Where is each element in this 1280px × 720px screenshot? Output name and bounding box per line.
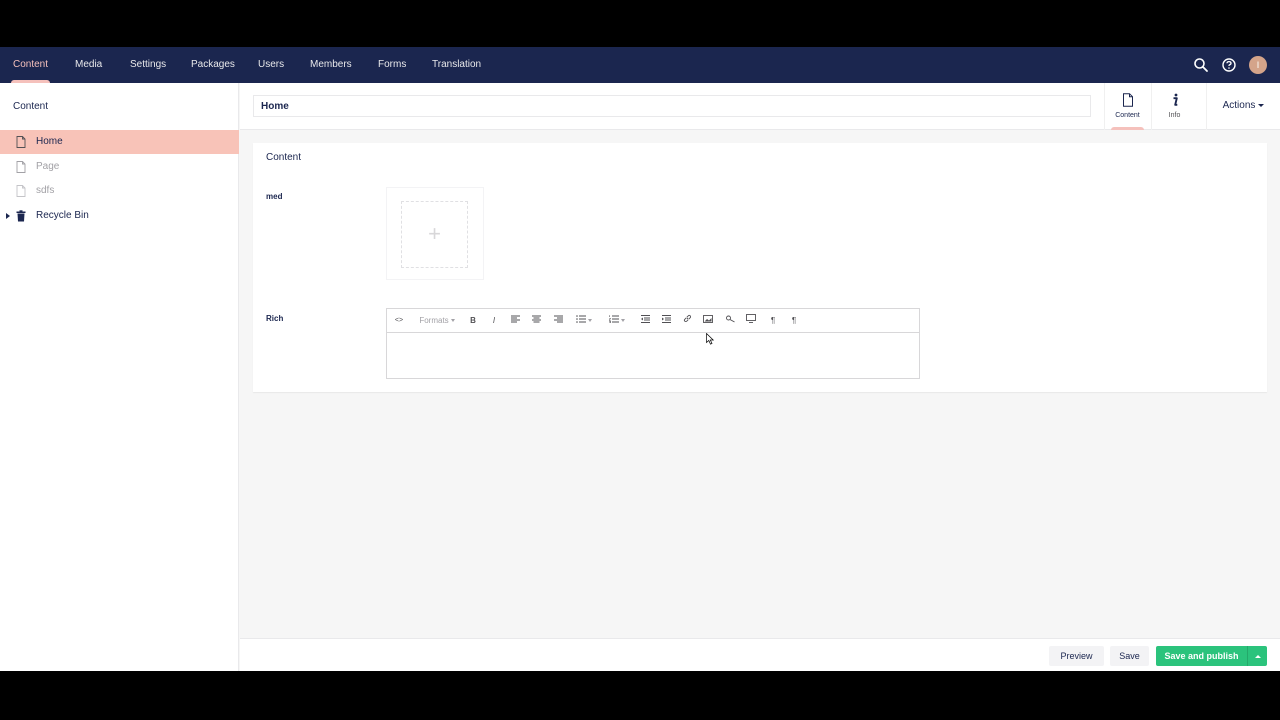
tree-item-recycle-bin[interactable]: Recycle Bin: [0, 204, 239, 228]
tree-item-sdfs[interactable]: sdfs: [0, 179, 239, 203]
tree-item-label: Home: [36, 136, 63, 147]
formats-dropdown[interactable]: Formats: [414, 314, 460, 328]
tree-item-label: Recycle Bin: [36, 210, 89, 221]
document-icon: [16, 161, 26, 173]
actions-dropdown-button[interactable]: Actions: [1206, 83, 1280, 130]
trash-icon: [16, 210, 26, 222]
section-forms[interactable]: Forms: [378, 47, 406, 83]
bullet-list-icon: [576, 315, 586, 323]
rich-text-editor: <> Formats B I ¶ ¶: [386, 308, 920, 379]
top-navigation-bar: Content Media Settings Packages Users Me…: [0, 47, 1280, 83]
save-and-publish-button[interactable]: Save and publish: [1156, 646, 1247, 666]
actions-label: Actions: [1222, 100, 1256, 111]
italic-button[interactable]: I: [488, 314, 500, 328]
chevron-down-icon: [450, 319, 455, 323]
sidebar-title: Content: [13, 101, 49, 112]
section-users[interactable]: Users: [258, 47, 284, 83]
document-icon: [16, 136, 26, 148]
content-tree-sidebar: Content Home Page sdfs Recycle Bin: [0, 83, 239, 671]
publish-options-button[interactable]: [1247, 646, 1267, 666]
tree-item-home[interactable]: Home: [0, 130, 239, 154]
tree-item-label: Page: [36, 161, 60, 172]
macro-icon: [726, 315, 735, 323]
image-icon: [703, 315, 713, 323]
chevron-down-icon: [621, 319, 625, 323]
user-avatar[interactable]: I: [1249, 56, 1267, 74]
node-name-input[interactable]: [253, 95, 1091, 117]
numbered-list-button[interactable]: [606, 314, 628, 328]
tab-content[interactable]: Content: [1104, 83, 1150, 130]
property-label-rich: Rich: [266, 314, 284, 323]
numbered-list-icon: [608, 315, 619, 324]
chevron-down-icon: [1258, 103, 1265, 107]
rte-toolbar: <> Formats B I ¶ ¶: [387, 309, 919, 333]
embed-button[interactable]: [745, 314, 757, 328]
group-title: Content: [266, 152, 302, 163]
tab-label: Info: [1168, 112, 1181, 119]
outdent-button[interactable]: [639, 314, 651, 328]
align-right-button[interactable]: [552, 314, 564, 328]
content-group-panel: Content med + Rich <> Formats B I ¶ ¶: [253, 143, 1267, 392]
info-icon: [1173, 93, 1178, 106]
media-picker[interactable]: +: [386, 187, 484, 280]
save-button[interactable]: Save: [1110, 646, 1149, 666]
chevron-down-icon: [588, 319, 592, 323]
tab-label: Content: [1115, 112, 1140, 119]
editor-footer: Preview Save Save and publish: [240, 638, 1280, 671]
ltr-button[interactable]: ¶: [767, 314, 779, 328]
indent-button[interactable]: [660, 314, 672, 328]
mouse-cursor-icon: [706, 333, 714, 345]
bold-button[interactable]: B: [467, 314, 479, 328]
editor-header: Content Info Actions: [240, 83, 1280, 130]
embed-icon: [746, 314, 756, 323]
media-add-placeholder[interactable]: +: [401, 201, 468, 268]
source-code-button[interactable]: <>: [393, 314, 405, 328]
tree-item-label: sdfs: [36, 185, 55, 196]
insert-macro-button[interactable]: [724, 314, 736, 328]
document-icon: [1123, 93, 1133, 107]
plus-icon: +: [428, 221, 441, 246]
align-left-button[interactable]: [509, 314, 521, 328]
section-translation[interactable]: Translation: [432, 47, 481, 83]
rtl-button[interactable]: ¶: [788, 314, 800, 328]
section-settings[interactable]: Settings: [130, 47, 166, 83]
align-left-icon: [510, 315, 520, 323]
section-packages[interactable]: Packages: [191, 47, 235, 83]
link-button[interactable]: [681, 314, 693, 328]
section-content[interactable]: Content: [10, 47, 51, 83]
section-members[interactable]: Members: [310, 47, 352, 83]
property-label-med: med: [266, 192, 283, 201]
section-media[interactable]: Media: [75, 47, 102, 83]
bullet-list-button[interactable]: [573, 314, 595, 328]
document-icon: [16, 185, 26, 197]
align-center-icon: [531, 315, 541, 323]
preview-button[interactable]: Preview: [1049, 646, 1104, 666]
rte-text-area[interactable]: [387, 333, 919, 378]
umbraco-backoffice: Content Media Settings Packages Users Me…: [0, 47, 1280, 671]
align-right-icon: [553, 315, 563, 323]
outdent-icon: [640, 315, 650, 323]
tab-info[interactable]: Info: [1151, 83, 1197, 130]
formats-label: Formats: [419, 316, 449, 325]
chevron-up-icon: [1254, 655, 1261, 659]
align-center-button[interactable]: [530, 314, 542, 328]
link-icon: [683, 314, 691, 323]
help-icon[interactable]: [1220, 56, 1238, 74]
indent-icon: [661, 315, 671, 323]
search-icon[interactable]: [1192, 56, 1210, 74]
insert-image-button[interactable]: [702, 314, 714, 328]
expand-caret-icon[interactable]: [6, 213, 10, 219]
tree-item-page[interactable]: Page: [0, 155, 239, 179]
